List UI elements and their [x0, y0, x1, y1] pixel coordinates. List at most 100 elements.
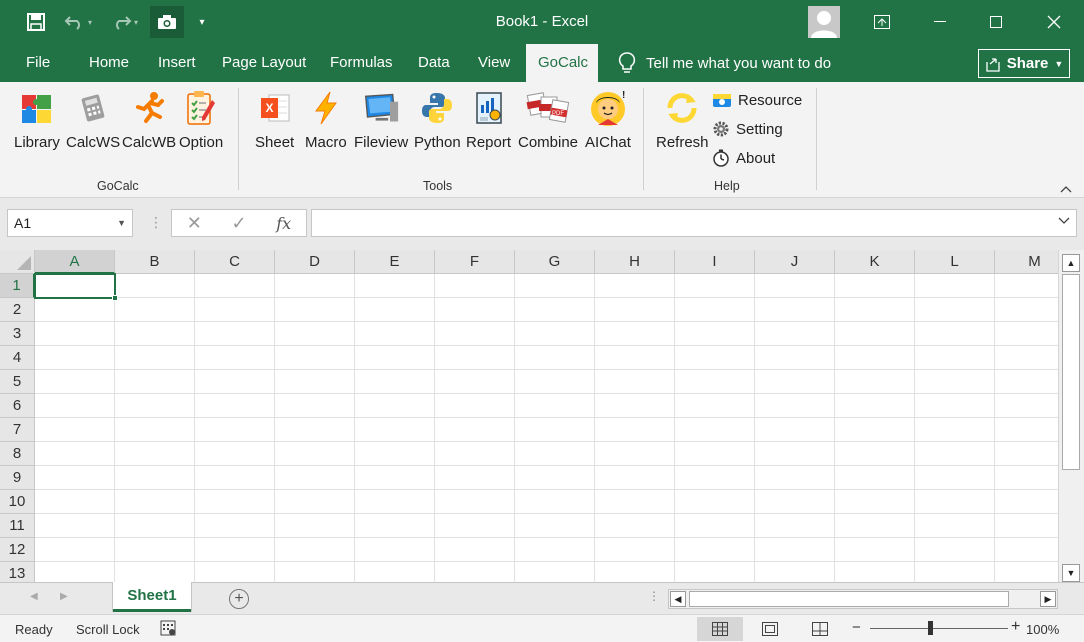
column-header-d[interactable]: D: [275, 250, 355, 274]
page-layout-view-icon[interactable]: [747, 617, 793, 641]
tab-data[interactable]: Data: [406, 44, 462, 82]
formula-bar: A1 ▼ ⋮ ✕ ✓ fx: [0, 198, 1084, 250]
tab-gocalc[interactable]: GoCalc: [526, 44, 598, 82]
row-header-3[interactable]: 3: [0, 322, 35, 346]
row-header-10[interactable]: 10: [0, 490, 35, 514]
resource-label: Resource: [738, 91, 803, 109]
row-header-2[interactable]: 2: [0, 298, 35, 322]
horizontal-scroll-thumb[interactable]: [689, 591, 1009, 607]
fileview-button[interactable]: Fileview: [354, 88, 408, 151]
row-header-11[interactable]: 11: [0, 514, 35, 538]
collapse-ribbon-icon[interactable]: [1060, 182, 1072, 196]
row-header-9[interactable]: 9: [0, 466, 35, 490]
row-header-4[interactable]: 4: [0, 346, 35, 370]
row-header-13[interactable]: 13: [0, 562, 35, 582]
tab-home[interactable]: Home: [77, 44, 141, 82]
column-header-i[interactable]: I: [675, 250, 755, 274]
next-sheet-icon[interactable]: ▶: [60, 591, 68, 602]
refresh-button[interactable]: Refresh: [656, 88, 709, 151]
monitor-icon: [363, 88, 399, 128]
setting-button[interactable]: Setting: [712, 120, 783, 138]
tab-page-layout[interactable]: Page Layout: [210, 44, 318, 82]
column-header-j[interactable]: J: [755, 250, 835, 274]
column-header-a[interactable]: A: [35, 250, 115, 274]
sheet-button[interactable]: X Sheet: [255, 88, 294, 151]
column-header-g[interactable]: G: [515, 250, 595, 274]
row-header-5[interactable]: 5: [0, 370, 35, 394]
about-button[interactable]: About: [712, 149, 775, 167]
combine-button[interactable]: PDF Combine: [518, 88, 578, 151]
scroll-right-icon[interactable]: ▶: [1040, 591, 1056, 607]
scroll-up-icon[interactable]: ▲: [1062, 254, 1080, 272]
zoom-out-icon[interactable]: −: [852, 619, 861, 636]
tell-me-box[interactable]: Tell me what you want to do: [618, 44, 831, 82]
puzzle-icon: [19, 88, 55, 128]
account-avatar-icon[interactable]: [808, 6, 840, 38]
column-header-f[interactable]: F: [435, 250, 515, 274]
about-label: About: [736, 149, 776, 167]
row-header-8[interactable]: 8: [0, 442, 35, 466]
chevron-down-icon[interactable]: ▼: [117, 210, 126, 236]
vertical-dots-icon[interactable]: ⋮: [648, 589, 660, 603]
close-icon[interactable]: [1026, 0, 1082, 44]
share-button[interactable]: Share ▼: [978, 49, 1070, 78]
column-header-e[interactable]: E: [355, 250, 435, 274]
enter-check-icon[interactable]: ✓: [232, 213, 247, 234]
vertical-scrollbar[interactable]: ▲ ▼: [1058, 250, 1084, 582]
macro-button[interactable]: Macro: [305, 88, 347, 151]
zoom-slider[interactable]: [870, 628, 1008, 629]
row-header-1[interactable]: 1: [0, 274, 35, 298]
previous-sheet-icon[interactable]: ◀: [30, 591, 38, 602]
column-header-k[interactable]: K: [835, 250, 915, 274]
python-button[interactable]: Python: [414, 88, 461, 151]
sheet-tab-sheet1[interactable]: Sheet1: [113, 582, 191, 612]
formula-input[interactable]: [311, 209, 1077, 237]
column-header-l[interactable]: L: [915, 250, 995, 274]
ribbon-display-options-icon[interactable]: [854, 0, 910, 44]
insert-function-icon[interactable]: fx: [276, 214, 291, 233]
scroll-left-icon[interactable]: ◀: [670, 591, 686, 607]
add-sheet-icon[interactable]: +: [229, 589, 249, 609]
select-all-corner[interactable]: [0, 250, 35, 274]
zoom-level[interactable]: 100%: [1026, 622, 1059, 637]
normal-view-icon[interactable]: [697, 617, 743, 641]
tab-formulas[interactable]: Formulas: [318, 44, 405, 82]
report-button[interactable]: Report: [466, 88, 511, 151]
tab-insert[interactable]: Insert: [146, 44, 208, 82]
title-bar: ▾ ▾ ▾ Book1 - Excel: [0, 0, 1084, 44]
expand-formula-bar-icon[interactable]: [1058, 217, 1070, 228]
resource-button[interactable]: Resource: [712, 91, 802, 109]
active-cell-a1[interactable]: [34, 273, 118, 301]
zoom-in-icon[interactable]: +: [1011, 618, 1020, 636]
cancel-icon[interactable]: ✕: [187, 213, 202, 234]
horizontal-scrollbar[interactable]: ◀ ▶: [668, 589, 1058, 609]
row-header-7[interactable]: 7: [0, 418, 35, 442]
option-button[interactable]: Option: [179, 88, 223, 151]
status-ready: Ready: [15, 622, 53, 637]
cell-area[interactable]: [35, 274, 1058, 582]
column-header-b[interactable]: B: [115, 250, 195, 274]
calcws-button[interactable]: CalcWS: [66, 88, 120, 151]
fill-handle[interactable]: [112, 295, 118, 301]
scroll-down-icon[interactable]: ▼: [1062, 564, 1080, 582]
group-label-help: Help: [714, 179, 740, 193]
group-label-tools: Tools: [423, 179, 453, 193]
zoom-slider-handle[interactable]: [928, 621, 933, 635]
aichat-button[interactable]: ! AIChat: [585, 88, 631, 151]
name-box[interactable]: A1 ▼: [7, 209, 133, 237]
tab-file[interactable]: File: [14, 44, 62, 82]
column-header-c[interactable]: C: [195, 250, 275, 274]
page-break-preview-icon[interactable]: [797, 617, 843, 641]
row-header-12[interactable]: 12: [0, 538, 35, 562]
tab-view[interactable]: View: [466, 44, 522, 82]
macro-recording-icon[interactable]: [160, 620, 176, 639]
column-header-h[interactable]: H: [595, 250, 675, 274]
calcwb-button[interactable]: CalcWB: [122, 88, 176, 151]
minimize-icon[interactable]: [912, 0, 968, 44]
library-button[interactable]: Library: [14, 88, 60, 151]
row-header-6[interactable]: 6: [0, 394, 35, 418]
column-header-m[interactable]: M: [995, 250, 1058, 274]
maximize-icon[interactable]: [968, 0, 1024, 44]
group-separator: [643, 88, 644, 190]
vertical-scroll-thumb[interactable]: [1062, 274, 1080, 470]
